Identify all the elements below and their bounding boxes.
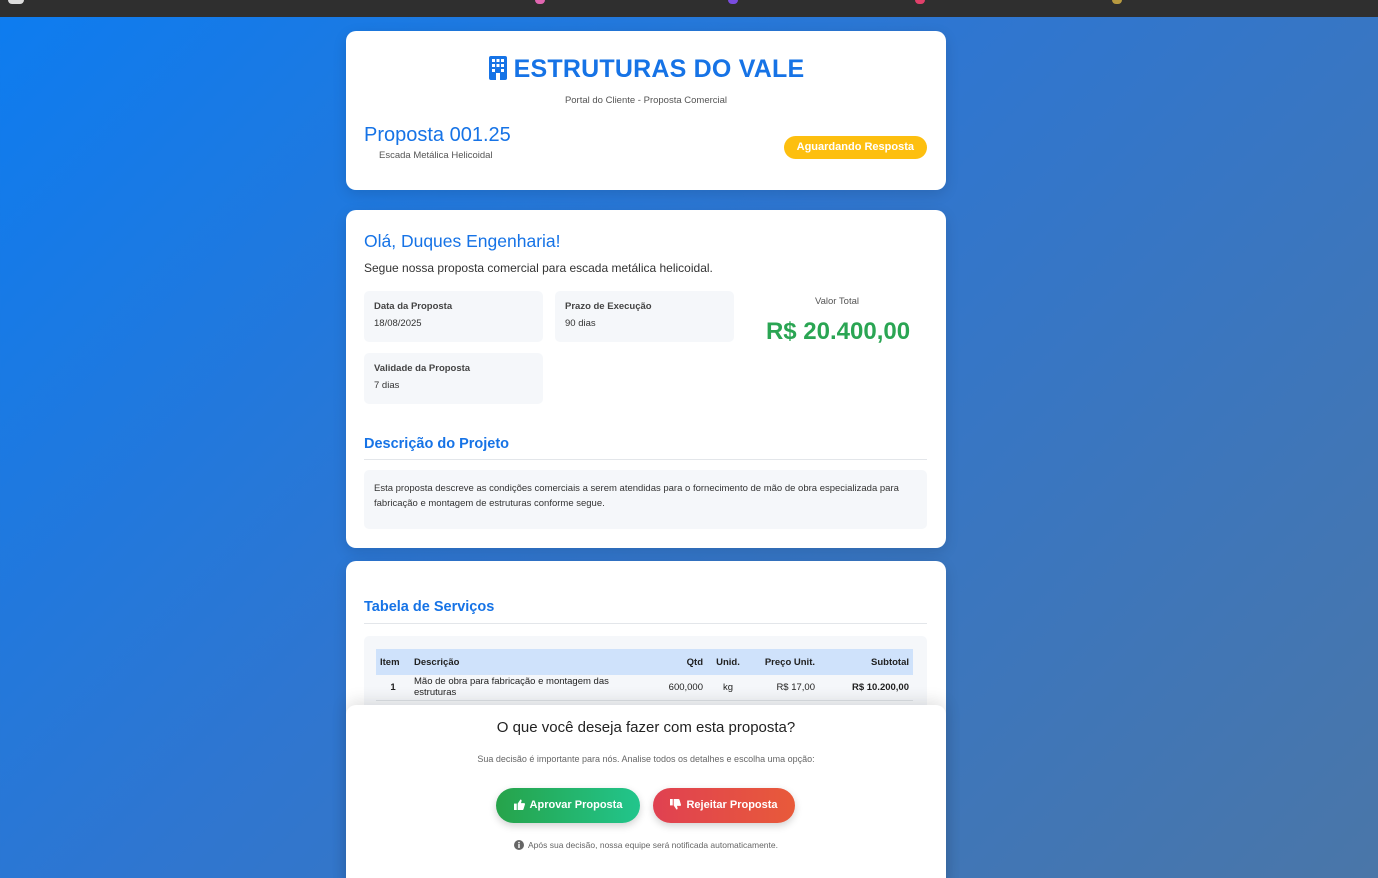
cell-description: Mão de obra para fabricação e montagem d…: [410, 675, 647, 701]
column-header: Unid.: [707, 649, 749, 675]
tab-icon[interactable]: [728, 0, 738, 4]
divider: [364, 459, 927, 460]
table-header-row: Item Descrição Qtd Unid. Preço Unit. Sub…: [376, 649, 913, 675]
decision-question: O que você deseja fazer com esta propost…: [496, 719, 796, 736]
approve-label: Aprovar Proposta: [529, 799, 623, 811]
tab-icon[interactable]: [915, 0, 925, 4]
info-icon: [514, 840, 525, 850]
total-label: Valor Total: [814, 296, 859, 307]
info-value: 18/08/2025: [374, 318, 422, 329]
description-text: Esta proposta descreve as condições come…: [364, 470, 927, 529]
brand-subtitle: Portal do Cliente - Proposta Comercial: [564, 95, 728, 106]
info-label: Prazo de Execução: [565, 301, 652, 312]
decision-panel: O que você deseja fazer com esta propost…: [346, 705, 946, 878]
header-card: ESTRUTURAS DO VALE Portal do Cliente - P…: [346, 31, 946, 190]
tab-icon[interactable]: [8, 0, 24, 4]
intro-text: Segue nossa proposta comercial para esca…: [364, 261, 713, 275]
greeting: Olá, Duques Engenharia!: [364, 231, 561, 251]
info-label: Data da Proposta: [374, 301, 453, 312]
column-header: Subtotal: [819, 649, 913, 675]
decision-subtitle: Sua decisão é importante para nós. Anali…: [477, 754, 815, 764]
services-title: Tabela de Serviços: [364, 599, 495, 615]
tab-icon[interactable]: [1112, 0, 1122, 4]
column-header: Preço Unit.: [749, 649, 819, 675]
status-badge: Aguardando Resposta: [783, 136, 927, 159]
column-header: Item: [376, 649, 410, 675]
reject-label: Rejeitar Proposta: [686, 799, 778, 811]
cell-unit: kg: [707, 675, 749, 701]
browser-topbar: [0, 0, 1378, 17]
approve-button[interactable]: Aprovar Proposta: [496, 788, 640, 823]
proposal-title: Proposta 001.25: [364, 124, 511, 146]
cell-subtotal: R$ 10.200,00: [819, 675, 913, 701]
building-icon: [488, 56, 507, 80]
info-box-validity: Validade da Proposta 7 dias: [364, 353, 543, 404]
info-label: Validade da Proposta: [374, 363, 471, 374]
thumbs-up-icon: [513, 799, 525, 810]
description-title: Descrição do Projeto: [364, 436, 510, 452]
divider: [364, 623, 927, 624]
tab-icon[interactable]: [535, 0, 545, 4]
brand-title: ESTRUTURAS DO VALE: [346, 55, 946, 84]
proposal-subtitle: Escada Metálica Helicoidal: [379, 150, 493, 161]
thumbs-down-icon: [670, 799, 682, 810]
cell-qty: 600,000: [647, 675, 707, 701]
services-table-wrap: Item Descrição Qtd Unid. Preço Unit. Sub…: [364, 636, 927, 716]
info-card: Olá, Duques Engenharia! Segue nossa prop…: [346, 210, 946, 548]
table-row: 1 Mão de obra para fabricação e montagem…: [376, 675, 913, 701]
info-value: 90 dias: [565, 318, 596, 329]
info-box-deadline: Prazo de Execução 90 dias: [555, 291, 734, 342]
info-box-date: Data da Proposta 18/08/2025: [364, 291, 543, 342]
decision-note-text: Após sua decisão, nossa equipe será noti…: [528, 840, 778, 850]
reject-button[interactable]: Rejeitar Proposta: [653, 788, 795, 823]
brand-name: ESTRUTURAS DO VALE: [513, 55, 805, 83]
column-header: Qtd: [647, 649, 707, 675]
decision-note: Após sua decisão, nossa equipe será noti…: [346, 840, 946, 850]
total-value: R$ 20.400,00: [765, 318, 911, 345]
services-table: Item Descrição Qtd Unid. Preço Unit. Sub…: [376, 649, 913, 701]
cell-item: 1: [376, 675, 410, 701]
cell-unit-price: R$ 17,00: [749, 675, 819, 701]
info-value: 7 dias: [374, 380, 400, 391]
column-header: Descrição: [410, 649, 647, 675]
